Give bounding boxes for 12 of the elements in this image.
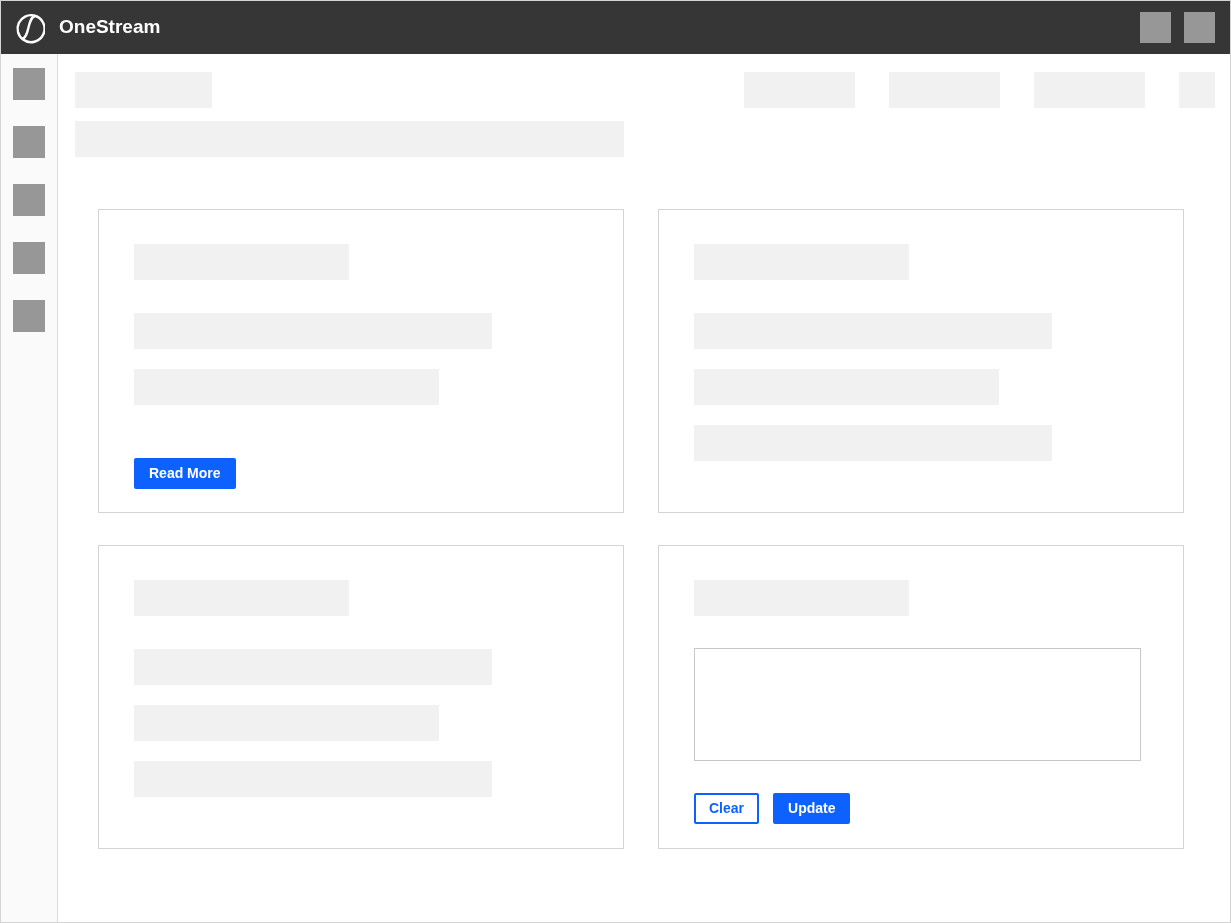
toolbar-icon[interactable] <box>1140 12 1171 43</box>
read-more-button[interactable]: Read More <box>134 458 236 489</box>
sidebar-icon[interactable] <box>13 68 45 100</box>
clear-button[interactable]: Clear <box>694 793 760 824</box>
sidebar-icon[interactable] <box>13 184 45 216</box>
sidebar-icon[interactable] <box>13 242 45 274</box>
text-area[interactable] <box>694 648 1141 761</box>
sidebar-icon[interactable] <box>13 126 45 158</box>
sidebar-icon[interactable] <box>13 300 45 332</box>
update-button[interactable]: Update <box>773 793 851 824</box>
toolbar-icon[interactable] <box>1184 12 1215 43</box>
app-title: OneStream <box>59 15 161 40</box>
